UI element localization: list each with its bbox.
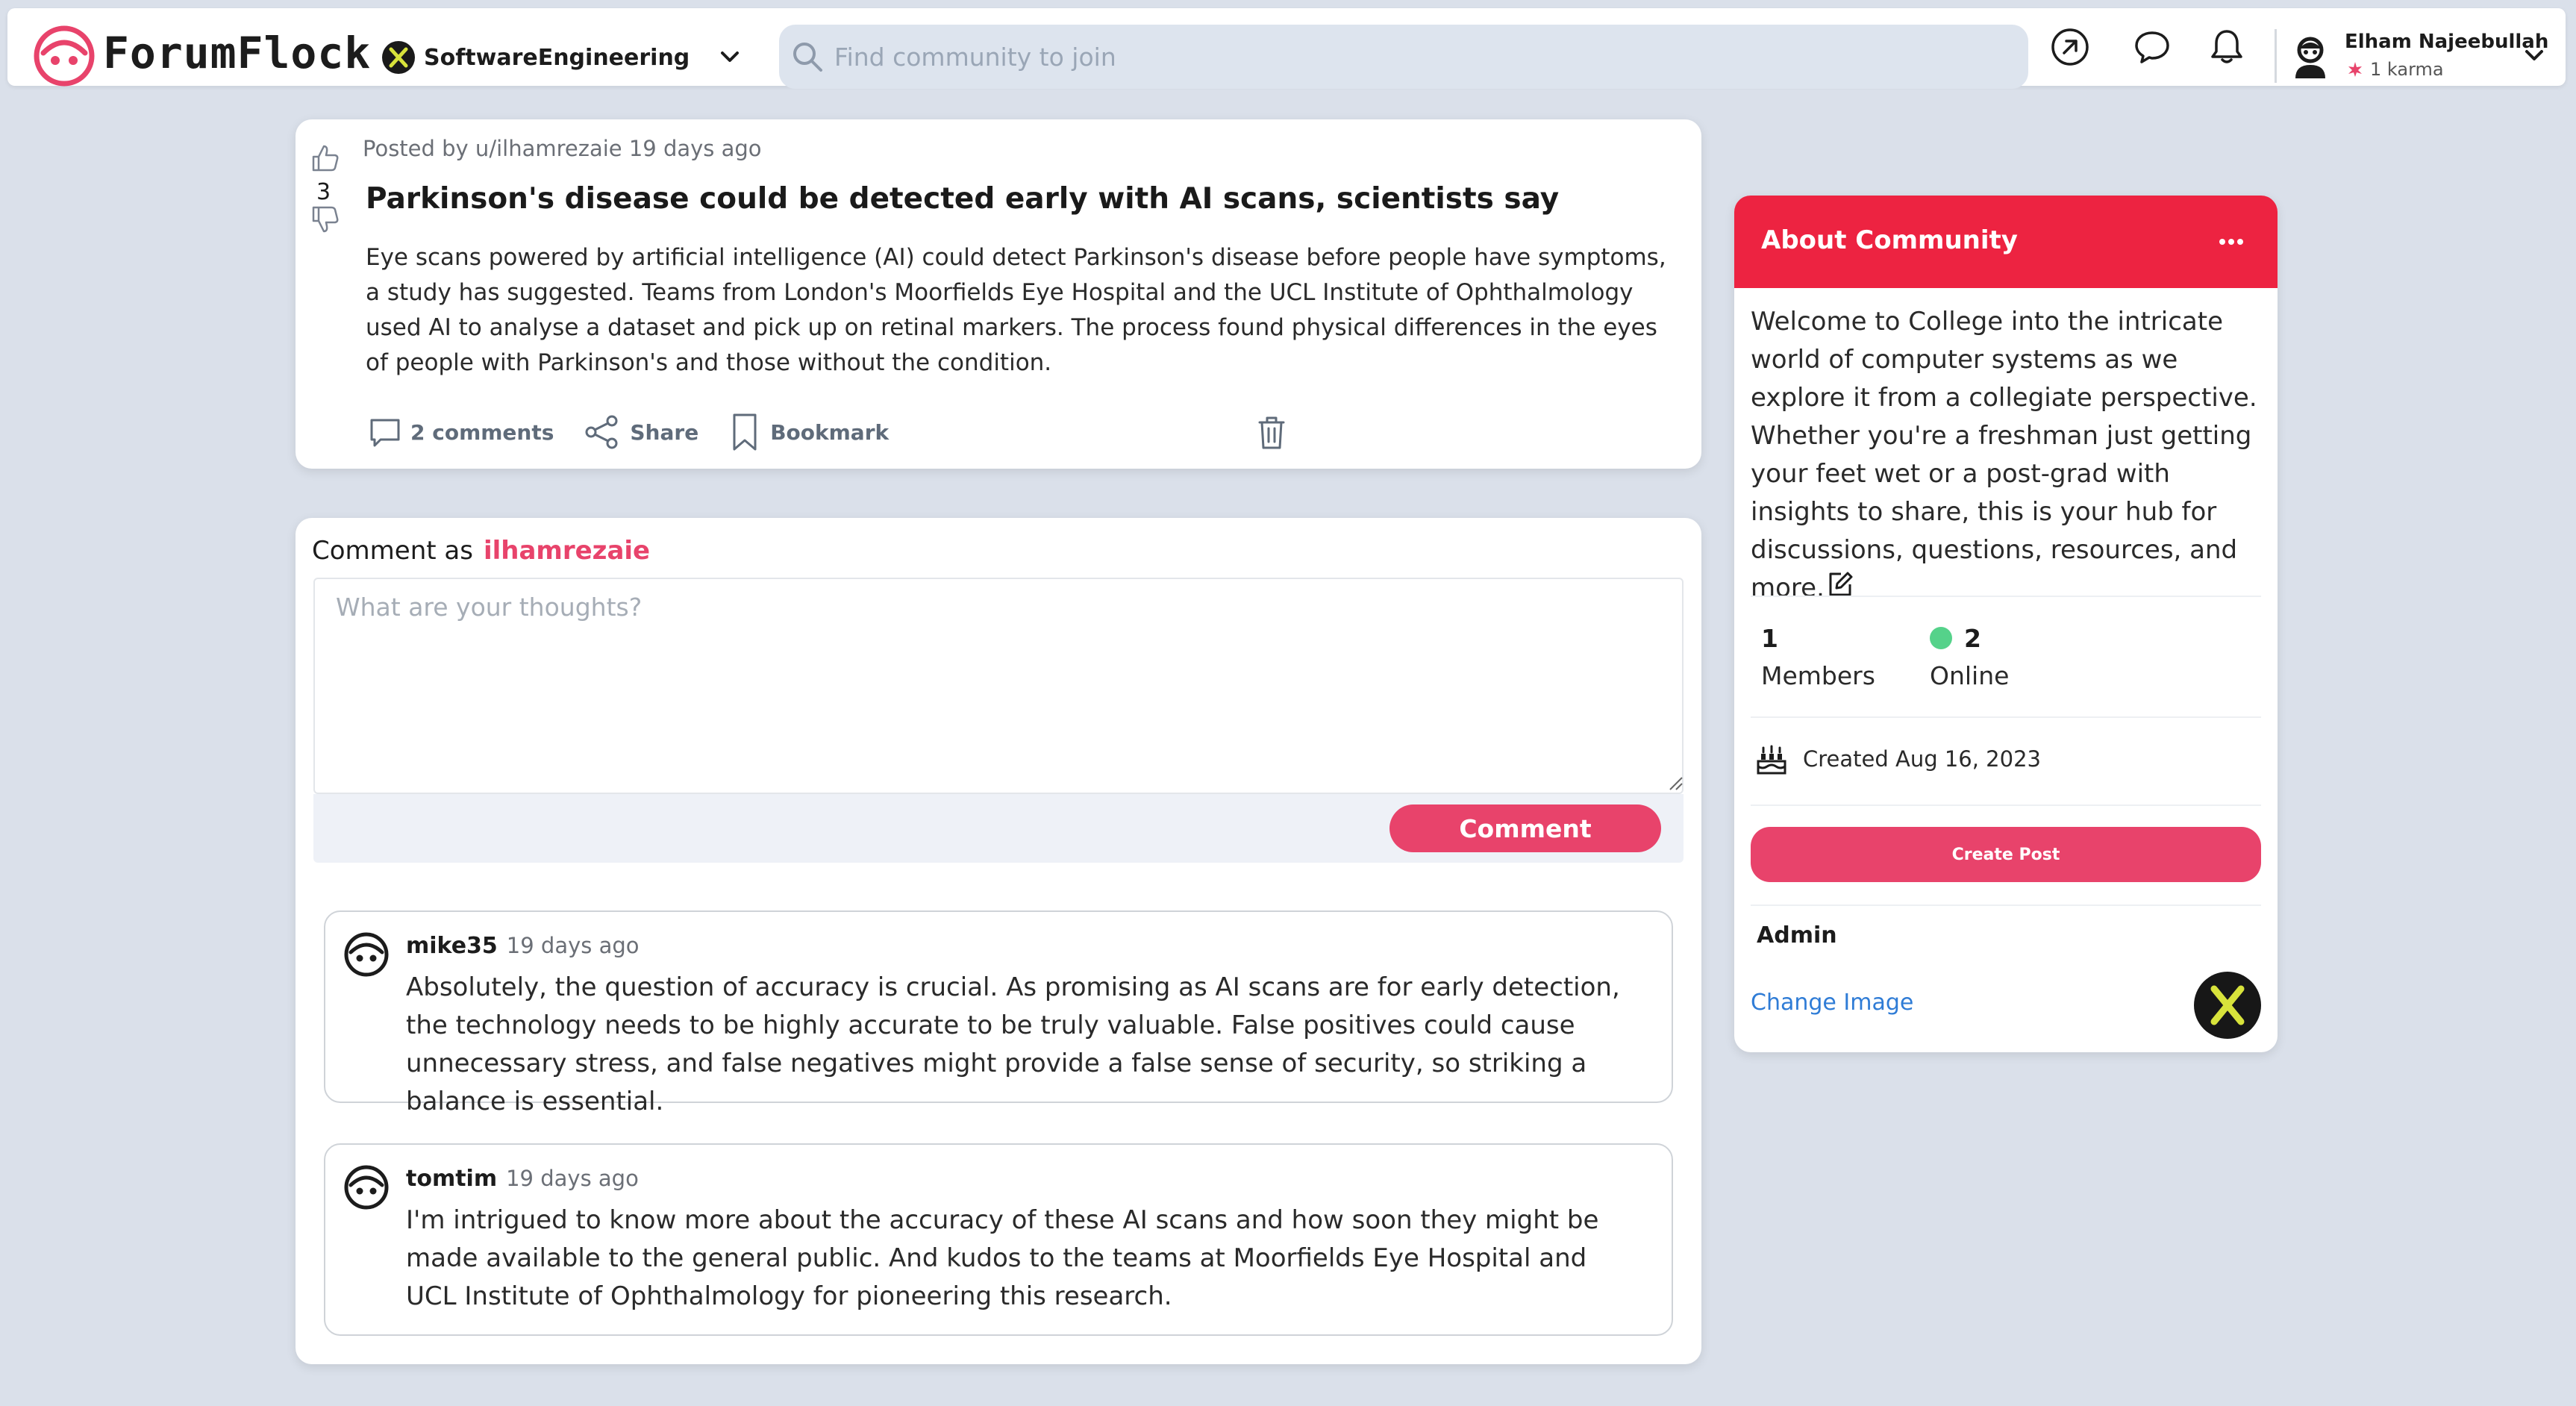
- bell-icon[interactable]: [2204, 25, 2249, 69]
- community-logo: [2194, 972, 2261, 1039]
- about-title: About Community: [1761, 225, 2018, 255]
- post-title[interactable]: Parkinson's disease could be detected ea…: [366, 182, 1559, 216]
- admin-section-label: Admin: [1757, 922, 1837, 949]
- search-input[interactable]: [833, 41, 2000, 72]
- comment-item: tomtim 19 days ago I'm intrigued to know …: [324, 1143, 1673, 1336]
- members-count: 1: [1761, 624, 1778, 653]
- comment-icon: [370, 419, 400, 447]
- search-bar[interactable]: [779, 25, 2028, 89]
- trash-icon[interactable]: [1251, 412, 1292, 454]
- comment-avatar-icon[interactable]: [343, 931, 390, 978]
- divider: [1751, 596, 2261, 597]
- divider: [1751, 804, 2261, 806]
- comments-label: 2 comments: [410, 419, 554, 445]
- brand-name[interactable]: ForumFlock: [103, 28, 371, 78]
- user-menu-chevron-icon[interactable]: [2519, 41, 2549, 71]
- about-community-card: About Community Welcome to College into …: [1734, 196, 2278, 1052]
- comment-as-prefix: Comment as: [312, 536, 473, 566]
- top-navbar: ForumFlock SoftwareEngineering Find comm…: [7, 8, 2566, 89]
- comment-as-username[interactable]: ilhamrezaie: [484, 536, 650, 566]
- user-karma: 1 karma: [2346, 59, 2444, 80]
- divider: [1751, 904, 2261, 906]
- chat-bubble-icon[interactable]: [2130, 25, 2175, 69]
- arrow-up-right-circle-icon[interactable]: [2048, 25, 2092, 69]
- comment-as-label: Comment as ilhamrezaie: [312, 536, 650, 566]
- community-badge-icon: [382, 41, 415, 74]
- online-status-dot: [1930, 627, 1952, 649]
- change-image-link[interactable]: Change Image: [1751, 990, 1913, 1016]
- bookmark-icon: [733, 413, 757, 451]
- comment-author[interactable]: tomtim: [406, 1166, 497, 1192]
- user-name[interactable]: Elham Najeebullah: [2345, 31, 2548, 53]
- chevron-down-icon[interactable]: [715, 43, 745, 72]
- navbar-divider: [2275, 29, 2277, 83]
- edit-icon[interactable]: [1826, 569, 1854, 598]
- comment-author[interactable]: mike35: [406, 933, 498, 959]
- comment-text: Absolutely, the question of accuracy is …: [406, 972, 1620, 1116]
- online-count: 2: [1964, 624, 1981, 653]
- search-icon: [793, 43, 822, 72]
- community-description: Welcome to College into the intricate wo…: [1751, 303, 2264, 607]
- thumbs-down-icon[interactable]: [309, 203, 342, 236]
- comment-item: mike35 19 days ago Absolutely, the questi…: [324, 910, 1673, 1116]
- bookmark-label: Bookmark: [770, 419, 890, 445]
- comment-header: tomtim 19 days ago: [406, 1166, 639, 1192]
- share-label: Share: [630, 419, 699, 445]
- user-avatar[interactable]: [2289, 34, 2331, 80]
- share-button[interactable]: Share: [582, 412, 698, 452]
- cake-icon: [1755, 743, 1788, 776]
- resize-handle-icon[interactable]: [1664, 772, 1684, 791]
- user-karma-label: 1 karma: [2370, 59, 2444, 80]
- post-actions: 2 comments Share Bookmark: [367, 412, 917, 452]
- post-body: Eye scans powered by artificial intellig…: [366, 244, 1666, 376]
- community-created-date: Created Aug 16, 2023: [1803, 746, 2041, 772]
- comment-section: Comment as ilhamrezaie Comment mike35 19 d…: [296, 518, 1701, 1364]
- forumflock-logo-icon[interactable]: [33, 25, 96, 87]
- comment-header: mike35 19 days ago: [406, 933, 640, 959]
- bookmark-button[interactable]: Bookmark: [727, 412, 889, 452]
- post-meta: Posted by u/ilhamrezaie 19 days ago: [363, 136, 762, 161]
- vote-count: 3: [316, 179, 331, 205]
- post-card: 3 Posted by u/ilhamrezaie 19 days ago Pa…: [296, 119, 1701, 469]
- comment-time: 19 days ago: [506, 933, 640, 958]
- community-description-text: Welcome to College into the intricate wo…: [1751, 307, 2257, 603]
- online-label: Online: [1930, 661, 2010, 690]
- members-label: Members: [1761, 661, 1875, 690]
- comment-text: I'm intrigued to know more about the acc…: [406, 1205, 1599, 1311]
- comment-submit-button[interactable]: Comment: [1389, 804, 1661, 852]
- community-name: SoftwareEngineering: [424, 44, 690, 71]
- comments-button[interactable]: 2 comments: [367, 414, 554, 450]
- divider: [1751, 716, 2261, 718]
- create-post-button[interactable]: Create Post: [1751, 827, 2261, 882]
- comment-avatar-icon[interactable]: [343, 1164, 390, 1210]
- more-options-icon[interactable]: [2212, 227, 2251, 257]
- thumbs-up-icon[interactable]: [309, 142, 342, 175]
- comment-time: 19 days ago: [506, 1166, 639, 1191]
- community-switcher[interactable]: SoftwareEngineering: [382, 37, 690, 78]
- comment-input[interactable]: [313, 578, 1684, 794]
- share-icon: [585, 415, 618, 449]
- karma-icon: [2348, 62, 2362, 77]
